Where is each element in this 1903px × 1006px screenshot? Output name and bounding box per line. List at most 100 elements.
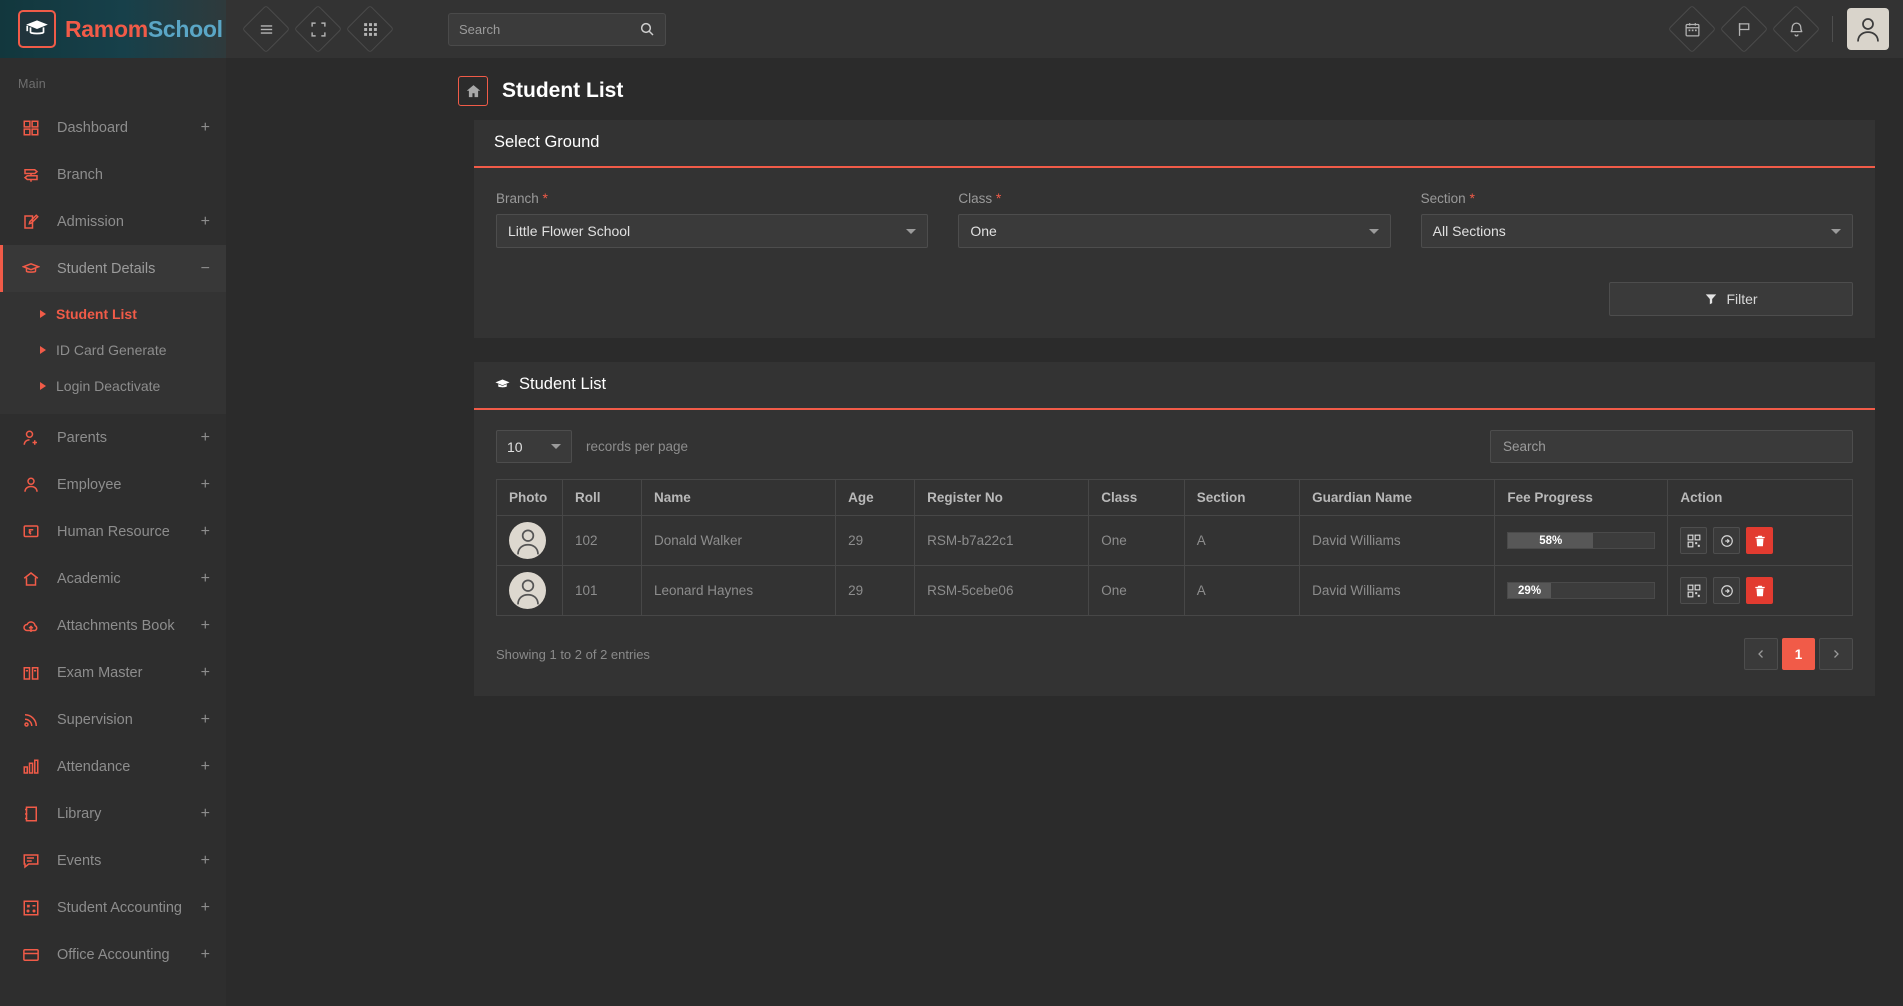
sidebar-item-office-accounting[interactable]: Office Accounting + [0,931,226,978]
divider [1832,16,1833,42]
cell-register-no: RSM-b7a22c1 [914,515,1090,566]
branch-select[interactable]: Little Flower School [496,214,929,248]
expand-toggle[interactable]: + [201,523,210,540]
sidebar-item-academic[interactable]: Academic + [0,555,226,602]
delete-button[interactable] [1746,527,1774,554]
select-ground-title: Select Ground [474,120,1875,168]
top-navigation-bar: RamomSchool [0,0,1903,58]
column-header-section[interactable]: Section [1183,479,1301,516]
expand-toggle[interactable]: + [201,664,210,681]
sidebar-item-library[interactable]: Library + [0,790,226,837]
chevron-right-icon [1834,650,1839,658]
section-field-group: Section * All Sections [1420,190,1853,248]
qr-code-icon [1687,584,1701,597]
breadcrumb-home-button[interactable] [458,76,488,106]
column-header-roll[interactable]: Roll [562,479,642,516]
class-label-text: Class [958,191,993,206]
qr-code-icon [1687,534,1701,547]
sidebar-item-human-resource[interactable]: Human Resource + [0,508,226,555]
sidebar-item-branch[interactable]: Branch [0,151,226,198]
sidebar-toggle-button[interactable] [242,5,290,53]
sidebar-item-events[interactable]: Events + [0,837,226,884]
pagination-next-button[interactable] [1819,638,1853,670]
class-select[interactable]: One [958,214,1391,248]
student-list-title: Student List [519,375,607,393]
sidebar-item-id-card-generate[interactable]: ID Card Generate [0,332,226,368]
table-row: 102 Donald Walker 29 RSM-b7a22c1 One A D… [496,515,1853,566]
collapse-toggle[interactable]: − [201,260,210,277]
delete-button[interactable] [1746,577,1774,604]
sidebar-item-employee[interactable]: Employee + [0,461,226,508]
global-search[interactable] [448,12,666,46]
filter-button[interactable]: Filter [1609,282,1853,316]
table-search[interactable] [1490,430,1853,463]
sidebar-item-student-list[interactable]: Student List [0,296,226,332]
sidebar-item-exam-master[interactable]: Exam Master + [0,649,226,696]
sidebar-item-parents[interactable]: Parents + [0,414,226,461]
row-action-buttons [1680,577,1840,604]
expand-toggle[interactable]: + [201,899,210,916]
pagination-prev-button[interactable] [1744,638,1778,670]
expand-toggle[interactable]: + [201,758,210,775]
expand-toggle[interactable]: + [201,570,210,587]
sidebar-item-admission[interactable]: Admission + [0,198,226,245]
apps-grid-button[interactable] [346,5,394,53]
global-search-input[interactable] [459,21,639,37]
sidebar-item-attachments-book[interactable]: Attachments Book + [0,602,226,649]
avatar [509,522,546,559]
expand-toggle[interactable]: + [201,946,210,963]
fee-progress-bar: 58% [1507,532,1656,549]
sidebar-item-label: Parents [57,429,107,446]
bullet-triangle-icon [40,346,46,354]
flag-button[interactable] [1720,5,1768,53]
column-header-action[interactable]: Action [1667,479,1853,516]
expand-toggle[interactable]: + [201,213,210,230]
sidebar-item-supervision[interactable]: Supervision + [0,696,226,743]
expand-toggle[interactable]: + [201,852,210,869]
details-button[interactable] [1713,527,1741,554]
column-header-photo[interactable]: Photo [496,479,563,516]
expand-toggle[interactable]: + [201,711,210,728]
sidebar-item-student-accounting[interactable]: Student Accounting + [0,884,226,931]
sidebar-item-student-details[interactable]: Student Details − [0,245,226,292]
column-header-class[interactable]: Class [1088,479,1185,516]
pagination-page-1[interactable]: 1 [1782,638,1815,670]
brand-logo[interactable]: RamomSchool [0,0,226,58]
qr-code-button[interactable] [1680,527,1708,554]
user-avatar-button[interactable] [1847,8,1889,50]
sidebar-subitem-label: Login Deactivate [56,378,161,394]
sidebar-item-attendance[interactable]: Attendance + [0,743,226,790]
fee-progress-fill: 58% [1508,533,1594,548]
records-per-page-select[interactable]: 10 [496,430,572,463]
cell-section: A [1183,515,1301,566]
fullscreen-button[interactable] [294,5,342,53]
column-header-register-no[interactable]: Register No [914,479,1090,516]
section-select[interactable]: All Sections [1420,214,1853,248]
expand-toggle[interactable]: + [201,429,210,446]
calculator-icon [22,899,44,917]
qr-code-button[interactable] [1680,577,1708,604]
expand-toggle[interactable]: + [201,119,210,136]
expand-toggle[interactable]: + [201,476,210,493]
details-button[interactable] [1713,577,1741,604]
calendar-button[interactable] [1668,5,1716,53]
table-search-input[interactable] [1503,439,1840,454]
rss-signal-icon [22,711,44,729]
sidebar-item-label: Attendance [57,758,131,775]
notifications-button[interactable] [1772,5,1820,53]
table-toolbar: 10 records per page [474,410,1875,479]
expand-toggle[interactable]: + [201,805,210,822]
logo-mark [18,10,56,48]
entries-summary: Showing 1 to 2 of 2 entries [496,646,650,662]
column-header-fee-progress[interactable]: Fee Progress [1494,479,1669,516]
sidebar-item-login-deactivate[interactable]: Login Deactivate [0,368,226,404]
cell-section: A [1183,565,1301,616]
column-header-guardian-name[interactable]: Guardian Name [1299,479,1496,516]
sidebar-item-dashboard[interactable]: Dashboard + [0,104,226,151]
expand-toggle[interactable]: + [201,617,210,634]
column-header-age[interactable]: Age [835,479,916,516]
search-icon[interactable] [639,21,655,37]
column-header-name[interactable]: Name [640,479,837,516]
sidebar[interactable]: Main Dashboard + Branch Admission + Stud… [0,58,226,1006]
chevron-down-icon [906,228,917,234]
